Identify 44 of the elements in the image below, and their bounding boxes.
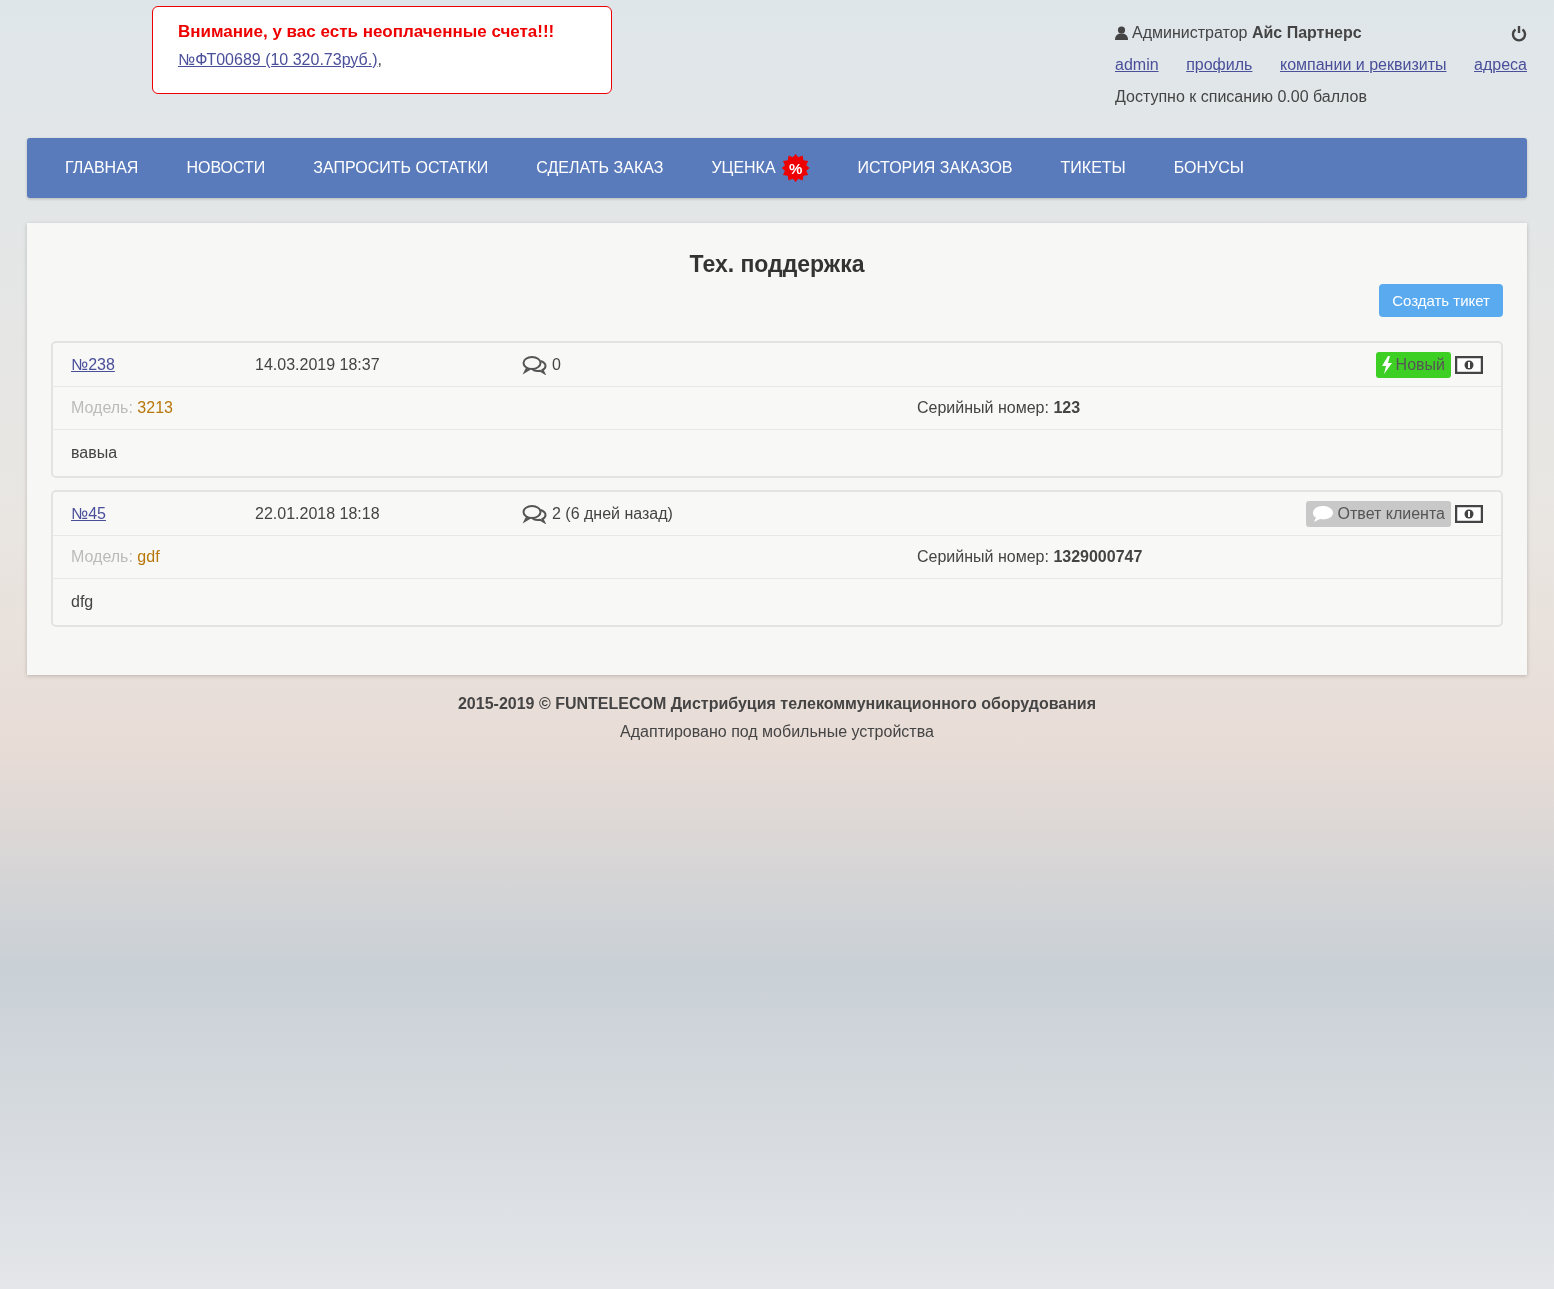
nav-item[interactable]: ГЛАВНАЯ: [41, 159, 163, 177]
separator: ,: [377, 51, 382, 68]
account-link[interactable]: admin: [1115, 56, 1159, 74]
comments-icon: [522, 354, 548, 375]
model-label: Модель: 3213: [71, 399, 174, 417]
nav-item[interactable]: ИСТОРИЯ ЗАКАЗОВ: [833, 159, 1037, 177]
points-balance: Доступно к списанию 0.00 баллов: [1115, 88, 1368, 106]
alert-title: Внимание, у вас есть неоплаченные счета!!!: [178, 21, 555, 43]
account-link[interactable]: профиль: [1186, 56, 1253, 74]
footer-note: Адаптировано под мобильные устройства: [620, 723, 934, 741]
banknote-icon: [1455, 504, 1483, 523]
nav-item[interactable]: ЗАПРОСИТЬ ОСТАТКИ: [289, 159, 513, 177]
lightning-icon: [1381, 355, 1392, 374]
ticket-number-link[interactable]: №45: [71, 504, 106, 523]
account-link[interactable]: адреса: [1474, 56, 1527, 74]
page-title: Тех. поддержка: [688, 251, 866, 278]
speech-bubble-icon: [1311, 504, 1334, 523]
nav-item[interactable]: СДЕЛАТЬ ЗАКАЗ: [512, 159, 688, 177]
status-badge: Ответ клиента: [1305, 500, 1451, 527]
nav-item[interactable]: УЦЕНКА %: [687, 154, 834, 182]
comments-icon: [522, 503, 548, 524]
banknote-icon: [1455, 355, 1483, 374]
nav-item[interactable]: НОВОСТИ: [162, 159, 290, 177]
create-ticket-button[interactable]: Создать тикет: [1379, 284, 1503, 317]
nav-item[interactable]: ТИКЕТЫ: [1036, 159, 1150, 177]
power-icon[interactable]: [1511, 24, 1527, 42]
invoice-link[interactable]: №ФТ00689 (10 320.73руб.): [178, 51, 378, 68]
status-badge: Новый: [1375, 351, 1451, 378]
ticket-date: 22.01.2018 18:18: [255, 504, 381, 523]
account-link[interactable]: компании и реквизиты: [1279, 56, 1447, 74]
model-label: Модель: gdf: [71, 548, 161, 566]
nav-item[interactable]: БОНУСЫ: [1149, 159, 1268, 177]
comment-count: 0: [552, 355, 561, 374]
user-icon: [1115, 26, 1128, 40]
user-name: Администратор Айс Партнерс: [1132, 24, 1362, 42]
comment-count: 2 (6 дней назад): [552, 504, 673, 523]
serial-number: Серийный номер: 123: [917, 399, 1082, 417]
ticket-text: вавыа: [71, 444, 118, 462]
ticket-date: 14.03.2019 18:37: [255, 355, 381, 374]
ticket-number-link[interactable]: №238: [71, 355, 115, 374]
discount-badge: %: [781, 154, 810, 182]
footer-copyright: 2015-2019 © FUNTELECOM Дистрибуция телекоммуникационного оборудования: [457, 695, 1097, 713]
serial-number: Серийный номер: 1329000747: [917, 548, 1144, 566]
ticket-text: dfg: [71, 593, 94, 611]
